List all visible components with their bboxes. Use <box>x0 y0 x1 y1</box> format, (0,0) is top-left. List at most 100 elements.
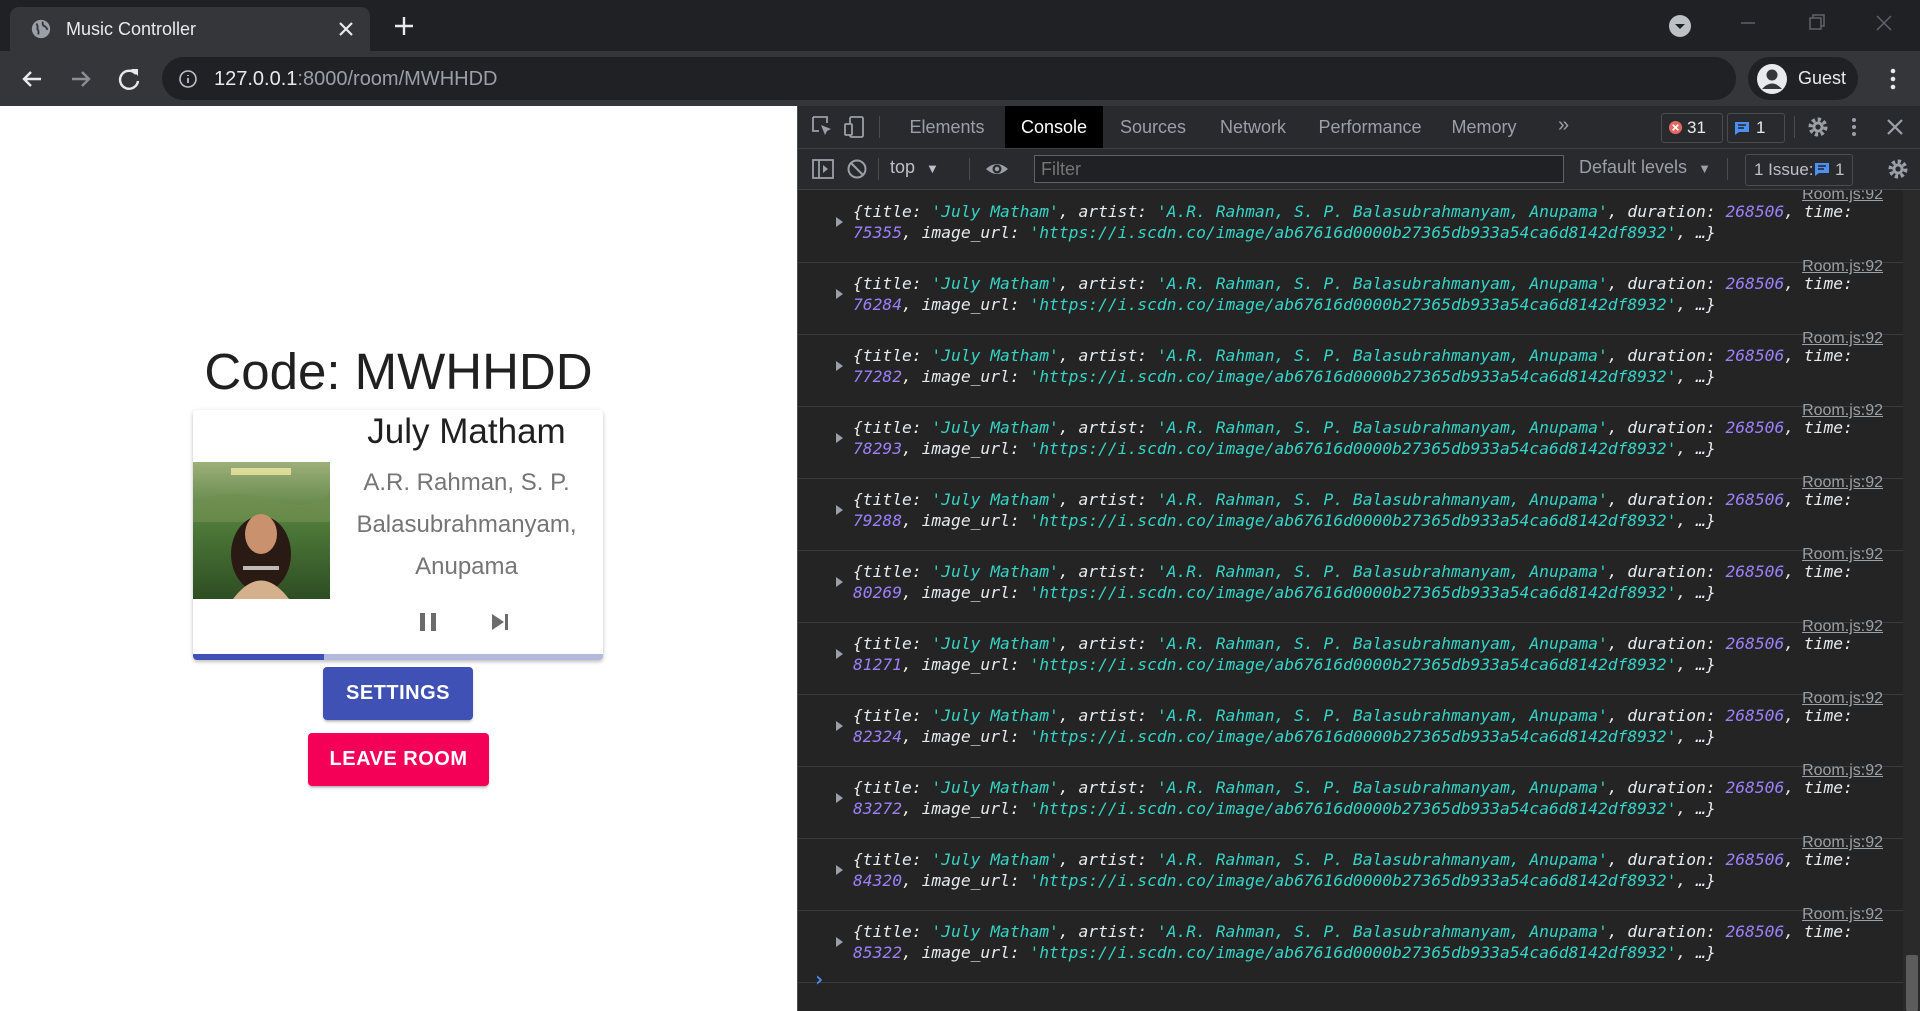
log-artist-value: 'A.R. Rahman, S. P. Balasubrahmanyam, An… <box>1156 562 1608 581</box>
console-log-entry[interactable]: Room.js:92 {title: 'July Matham', artist:… <box>798 906 1903 983</box>
close-icon[interactable] <box>334 17 358 41</box>
window-close-icon[interactable] <box>1864 8 1904 38</box>
log-levels-dropdown[interactable]: Default levels ▼ <box>1579 157 1711 178</box>
log-text: , time: <box>1784 562 1853 581</box>
log-text: , duration: <box>1607 202 1726 221</box>
console-settings-gear-icon[interactable] <box>1885 156 1911 182</box>
log-duration-value: 268506 <box>1725 202 1785 221</box>
console-filter-input[interactable] <box>1034 155 1564 183</box>
expand-triangle-icon[interactable] <box>836 289 843 299</box>
console-log-entry[interactable]: Room.js:92 {title: 'July Matham', artist:… <box>798 618 1903 695</box>
tab-elements[interactable]: Elements <box>889 106 1005 148</box>
log-time-value: 75355 <box>853 223 903 242</box>
scrollbar-thumb[interactable] <box>1906 955 1918 1011</box>
console-log-entry[interactable]: Room.js:92 {title: 'July Matham', artist:… <box>798 330 1903 407</box>
settings-button[interactable]: SETTINGS <box>323 667 473 720</box>
log-image-url-value: 'https://i.scdn.co/image/ab67616d0000b27… <box>1029 295 1677 314</box>
log-time-value: 77282 <box>853 367 903 386</box>
log-line: 82324, image_url: 'https://i.scdn.co/ima… <box>853 727 1716 746</box>
console-log-entry[interactable]: Room.js:92 {title: 'July Matham', artist:… <box>798 258 1903 335</box>
forward-arrow-icon[interactable] <box>66 64 96 94</box>
log-duration-value: 268506 <box>1725 922 1785 941</box>
address-bar[interactable]: 127.0.0.1:8000/room/MWHHDD <box>162 57 1736 100</box>
expand-triangle-icon[interactable] <box>836 577 843 587</box>
tab-search-chevron-icon[interactable] <box>1666 12 1694 40</box>
console-filter-bar: top ▼ Default levels ▼ 1 Issue: 1 <box>798 149 1920 190</box>
message-count-badge[interactable]: 1 <box>1727 113 1785 143</box>
console-log-entry[interactable]: Room.js:92 {title: 'July Matham', artist:… <box>798 546 1903 623</box>
console-log-entry[interactable]: Room.js:92 {title: 'July Matham', artist:… <box>798 402 1903 479</box>
new-tab-plus-icon[interactable] <box>388 12 420 40</box>
inspect-element-icon[interactable] <box>810 114 836 140</box>
tab-memory[interactable]: Memory <box>1437 106 1531 148</box>
leave-room-button[interactable]: LEAVE ROOM <box>308 733 489 786</box>
restore-icon[interactable] <box>1796 8 1836 38</box>
error-count: 31 <box>1687 118 1706 137</box>
reload-icon[interactable] <box>114 64 144 94</box>
expand-triangle-icon[interactable] <box>836 937 843 947</box>
kebab-menu-icon[interactable] <box>1878 64 1908 94</box>
pause-icon[interactable] <box>412 606 444 638</box>
log-text: , time: <box>1784 850 1853 869</box>
expand-triangle-icon[interactable] <box>836 361 843 371</box>
console-log-entry[interactable]: Room.js:92 {title: 'July Matham', artist:… <box>798 690 1903 767</box>
console-log-entry[interactable]: Room.js:92 {title: 'July Matham', artist:… <box>798 190 1903 263</box>
tab-performance[interactable]: Performance <box>1303 106 1437 148</box>
clear-console-icon[interactable] <box>844 156 870 182</box>
song-artist: A.R. Rahman, S. P. Balasubrahmanyam, Anu… <box>356 469 577 580</box>
toolbar-separator <box>878 158 879 180</box>
log-time-value: 78293 <box>853 439 903 458</box>
info-icon[interactable] <box>178 69 198 89</box>
expand-triangle-icon[interactable] <box>836 649 843 659</box>
log-text: , image_url: <box>902 871 1030 890</box>
tab-sources[interactable]: Sources <box>1103 106 1203 148</box>
expand-triangle-icon[interactable] <box>836 793 843 803</box>
expand-triangle-icon[interactable] <box>836 865 843 875</box>
expand-triangle-icon[interactable] <box>836 433 843 443</box>
log-text: , …} <box>1676 511 1716 530</box>
sidebar-toggle-icon[interactable] <box>810 156 836 182</box>
console-log-entry[interactable]: Room.js:92 {title: 'July Matham', artist:… <box>798 474 1903 551</box>
customize-kebab-icon[interactable] <box>1841 114 1867 140</box>
more-tabs-chevron-icon[interactable]: » <box>1558 114 1569 137</box>
back-arrow-icon[interactable] <box>17 64 47 94</box>
log-text: , image_url: <box>902 583 1030 602</box>
log-line: 85322, image_url: 'https://i.scdn.co/ima… <box>853 943 1716 962</box>
tab-console[interactable]: Console <box>1005 106 1103 148</box>
log-line: 77282, image_url: 'https://i.scdn.co/ima… <box>853 367 1716 386</box>
browser-toolbar: 127.0.0.1:8000/room/MWHHDD Guest <box>0 51 1920 106</box>
log-text: , time: <box>1784 778 1853 797</box>
console-log-entry[interactable]: Room.js:92 {title: 'July Matham', artist:… <box>798 834 1903 911</box>
log-text: , duration: <box>1607 346 1726 365</box>
toolbar-separator <box>879 116 880 138</box>
console-prompt-chevron-icon[interactable]: › <box>813 967 825 991</box>
minimize-icon[interactable] <box>1728 8 1768 38</box>
tab-title: Music Controller <box>66 19 197 39</box>
log-artist-value: 'A.R. Rahman, S. P. Balasubrahmanyam, An… <box>1156 418 1608 437</box>
globe-icon <box>31 19 51 39</box>
log-text: , image_url: <box>902 655 1030 674</box>
close-devtools-icon[interactable] <box>1882 114 1908 140</box>
expand-triangle-icon[interactable] <box>836 505 843 515</box>
skip-next-icon[interactable] <box>484 606 516 638</box>
error-count-badge[interactable]: 31 <box>1661 113 1723 143</box>
settings-gear-icon[interactable] <box>1805 114 1831 140</box>
context-selector[interactable]: top ▼ <box>890 157 939 178</box>
log-text: , …} <box>1676 223 1716 242</box>
expand-triangle-icon[interactable] <box>836 721 843 731</box>
issues-button[interactable]: 1 Issue: 1 <box>1745 154 1853 186</box>
log-line: {title: 'July Matham', artist: 'A.R. Rah… <box>853 634 1853 653</box>
tab-network[interactable]: Network <box>1203 106 1303 148</box>
eye-icon[interactable] <box>984 156 1010 182</box>
browser-tab[interactable]: Music Controller <box>10 7 370 51</box>
log-text: , duration: <box>1607 490 1726 509</box>
expand-triangle-icon[interactable] <box>836 217 843 227</box>
dropdown-triangle-icon: ▼ <box>1698 161 1711 176</box>
console-scrollbar[interactable] <box>1903 190 1920 1011</box>
device-toolbar-icon[interactable] <box>842 114 868 140</box>
log-text: , time: <box>1784 922 1853 941</box>
log-text: , time: <box>1784 634 1853 653</box>
profile-button[interactable]: Guest <box>1748 57 1858 100</box>
log-text: , time: <box>1784 490 1853 509</box>
console-log-entry[interactable]: Room.js:92 {title: 'July Matham', artist:… <box>798 762 1903 839</box>
